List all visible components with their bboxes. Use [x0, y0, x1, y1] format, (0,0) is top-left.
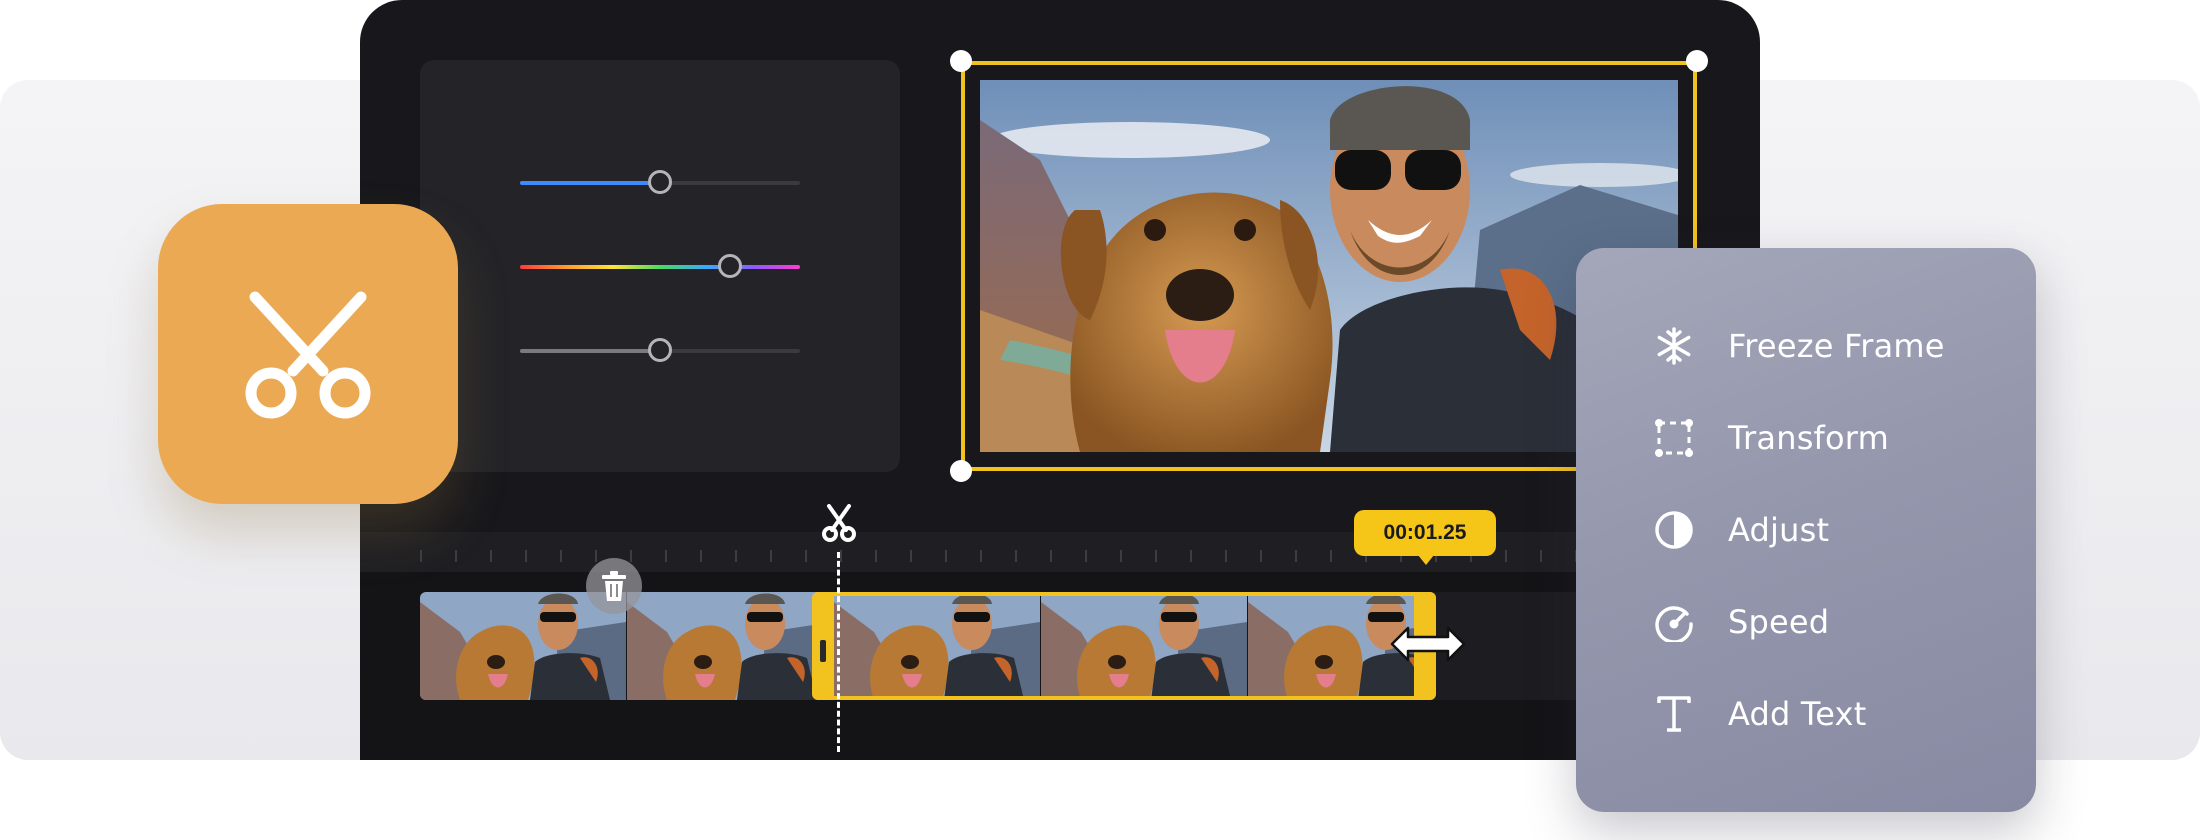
split-playhead[interactable] [837, 552, 840, 752]
snowflake-icon [1652, 324, 1696, 368]
slider-contrast[interactable] [520, 338, 800, 362]
menu-item-label: Speed [1728, 603, 1830, 641]
menu-item-transform[interactable]: Transform [1652, 408, 1889, 468]
menu-item-label: Freeze Frame [1728, 327, 1945, 365]
trash-icon [602, 571, 626, 601]
menu-item-adjust[interactable]: Adjust [1652, 500, 1829, 560]
slider-contrast-fill [520, 349, 660, 353]
ruler-tick [665, 550, 667, 562]
ruler-tick [840, 550, 842, 562]
ruler-tick [805, 550, 807, 562]
ruler-tick [1540, 550, 1542, 562]
timeline: 00:01.25 [360, 504, 1760, 760]
timeline-ruler[interactable] [360, 532, 1760, 572]
delete-segment-button[interactable] [586, 558, 642, 614]
clip-trim-grip[interactable] [820, 640, 826, 662]
ruler-tick [735, 550, 737, 562]
ruler-tick [1225, 550, 1227, 562]
slider-hue[interactable] [520, 254, 800, 278]
selected-clip[interactable] [812, 592, 1436, 700]
text-icon [1652, 692, 1696, 736]
ruler-tick [1120, 550, 1122, 562]
cut-tool-tile[interactable] [158, 204, 458, 504]
timecode-badge: 00:01.25 [1354, 510, 1496, 565]
ruler-tick [1295, 550, 1297, 562]
resize-arrows-icon[interactable] [1390, 624, 1466, 664]
ruler-tick [420, 550, 422, 562]
slider-exposure-fill [520, 181, 660, 185]
menu-item-add-text[interactable]: Add Text [1652, 684, 1866, 744]
ruler-tick [595, 550, 597, 562]
speed-icon [1652, 600, 1696, 644]
ruler-tick [910, 550, 912, 562]
menu-item-label: Transform [1728, 419, 1889, 457]
ruler-tick [945, 550, 947, 562]
ruler-tick [490, 550, 492, 562]
ruler-tick [700, 550, 702, 562]
adjust-icon [1652, 508, 1696, 552]
ruler-tick [1260, 550, 1262, 562]
ruler-tick [980, 550, 982, 562]
menu-item-label: Add Text [1728, 695, 1867, 733]
ruler-tick [1190, 550, 1192, 562]
ruler-tick [1505, 550, 1507, 562]
scissors-icon [245, 291, 371, 419]
resize-handle-bottom-left[interactable] [950, 460, 972, 482]
ruler-tick [1330, 550, 1332, 562]
slider-exposure[interactable] [520, 170, 800, 194]
video-editor-window: 00:01.25 [360, 0, 1760, 760]
ruler-tick [560, 550, 562, 562]
menu-item-speed[interactable]: Speed [1652, 592, 1829, 652]
ruler-tick [630, 550, 632, 562]
ruler-tick [1155, 550, 1157, 562]
ruler-tick [875, 550, 877, 562]
ruler-tick [1015, 550, 1017, 562]
ruler-tick [525, 550, 527, 562]
resize-handle-top-right[interactable] [1686, 50, 1708, 72]
slider-contrast-knob[interactable] [648, 338, 672, 362]
menu-item-label: Adjust [1728, 511, 1830, 549]
split-scissors-icon[interactable] [822, 504, 856, 542]
adjustment-panel [420, 60, 900, 472]
ruler-tick [1085, 550, 1087, 562]
resize-handle-top-left[interactable] [950, 50, 972, 72]
ruler-tick [770, 550, 772, 562]
slider-hue-knob[interactable] [718, 254, 742, 278]
clip-thumbnail [627, 592, 834, 700]
menu-item-freeze-frame[interactable]: Freeze Frame [1652, 316, 1945, 376]
ruler-tick [455, 550, 457, 562]
ruler-tick [1050, 550, 1052, 562]
slider-exposure-knob[interactable] [648, 170, 672, 194]
transform-icon [1652, 416, 1696, 460]
clip-context-menu: Freeze Frame Transform Adjust Speed Add … [1576, 248, 2036, 812]
